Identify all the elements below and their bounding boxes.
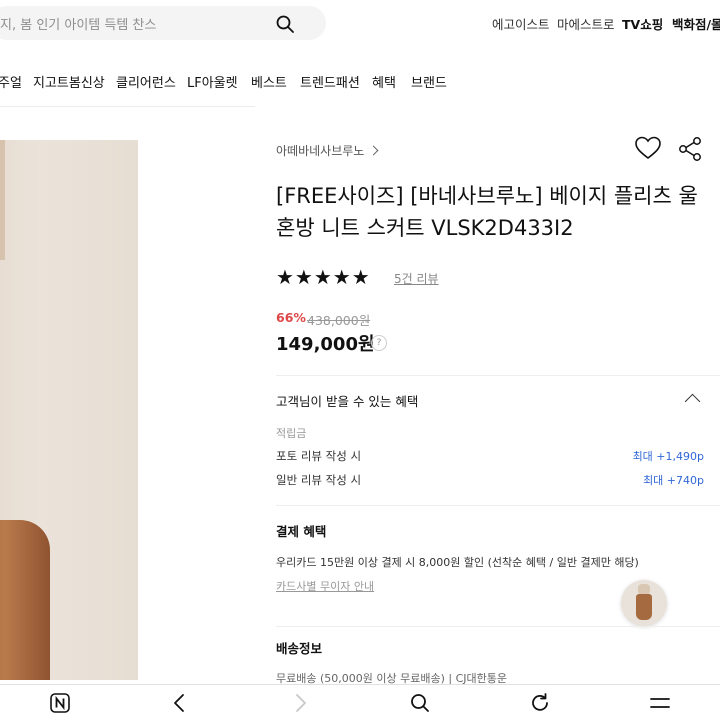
share-icon[interactable] <box>678 136 702 162</box>
chevron-up-icon[interactable] <box>684 393 701 410</box>
product-image[interactable] <box>0 140 138 680</box>
original-price: 438,000원 <box>307 313 371 328</box>
payment-benefit-title: 결제 혜택 <box>276 524 327 539</box>
nav-item-clearance[interactable]: 클리어런스 <box>116 72 176 91</box>
top-link-egoist[interactable]: 에고이스트 <box>492 14 550 33</box>
thumbnail-skirt <box>636 594 652 620</box>
review-link[interactable]: 5건 리뷰 <box>394 270 439 287</box>
price-help-icon[interactable]: ? <box>371 335 387 351</box>
naver-home-icon[interactable] <box>48 691 72 715</box>
search-icon[interactable] <box>408 691 432 715</box>
general-review-points: 최대 +740p <box>643 474 704 487</box>
floating-product-thumbnail[interactable] <box>621 580 667 626</box>
nav-item-jewelry[interactable]: 주얼 <box>0 72 22 91</box>
divider <box>276 505 720 506</box>
top-bar: 지, 봄 인기 아이템 득템 찬스 에고이스트 마에스트로 TV쇼핑 백화점/몰 <box>0 0 720 46</box>
nav-item-best[interactable]: 베스트 <box>251 72 287 91</box>
nav-divider <box>0 106 255 107</box>
nav-item-lf-outlet[interactable]: LF아울렛 <box>187 72 238 91</box>
nav-item-trend[interactable]: 트렌드패션 <box>300 72 360 91</box>
search-icon[interactable] <box>275 14 295 34</box>
nav-item-zigott[interactable]: 지고트봄신상 <box>33 72 105 91</box>
photo-review-label: 포토 리뷰 작성 시 <box>276 449 362 463</box>
product-image-skirt <box>0 520 50 680</box>
brand-name: 아떼바네사브루노 <box>276 144 365 158</box>
product-title: [FREE사이즈] [바네사브루노] 베이지 플리츠 울혼방 니트 스커트 VL… <box>276 184 698 240</box>
nav-item-benefit[interactable]: 혜택 <box>372 72 396 91</box>
general-review-label: 일반 리뷰 작성 시 <box>276 473 362 487</box>
menu-icon[interactable] <box>648 691 672 715</box>
heart-icon[interactable] <box>634 135 662 161</box>
forward-icon[interactable] <box>288 691 312 715</box>
sale-price: 149,000원 <box>276 334 375 355</box>
top-link-tvshopping[interactable]: TV쇼핑 <box>622 14 663 33</box>
bottom-toolbar <box>0 684 720 721</box>
category-nav: 주얼 지고트봄신상 클리어런스 LF아울렛 베스트 트렌드패션 혜택 브랜드 <box>0 66 720 96</box>
back-icon[interactable] <box>168 691 192 715</box>
benefit-header[interactable]: 고객님이 받을 수 있는 혜택 <box>276 391 418 410</box>
points-label: 적립금 <box>276 427 307 440</box>
brand-link[interactable]: 아떼바네사브루노 <box>276 142 379 159</box>
card-installment-link[interactable]: 카드사별 무이자 안내 <box>276 578 374 594</box>
search-placeholder: 지, 봄 인기 아이템 득템 찬스 <box>0 18 157 33</box>
top-link-department[interactable]: 백화점/몰 <box>672 14 720 33</box>
top-link-maestro[interactable]: 마에스트로 <box>557 14 615 33</box>
shipping-info-title: 배송정보 <box>276 641 323 656</box>
photo-review-points: 최대 +1,490p <box>632 450 704 463</box>
discount-rate: 66% <box>276 310 306 325</box>
chevron-right-icon <box>368 145 379 156</box>
product-image-top <box>0 140 5 260</box>
divider <box>276 375 720 376</box>
divider <box>276 626 720 627</box>
nav-item-brand[interactable]: 브랜드 <box>411 72 447 91</box>
refresh-icon[interactable] <box>528 691 552 715</box>
search-input[interactable]: 지, 봄 인기 아이템 득템 찬스 <box>0 6 326 40</box>
rating-stars: ★★★★★ <box>276 265 371 289</box>
card-discount-text: 우리카드 15만원 이상 결제 시 8,000원 할인 (선착순 혜택 / 일반… <box>276 556 639 569</box>
